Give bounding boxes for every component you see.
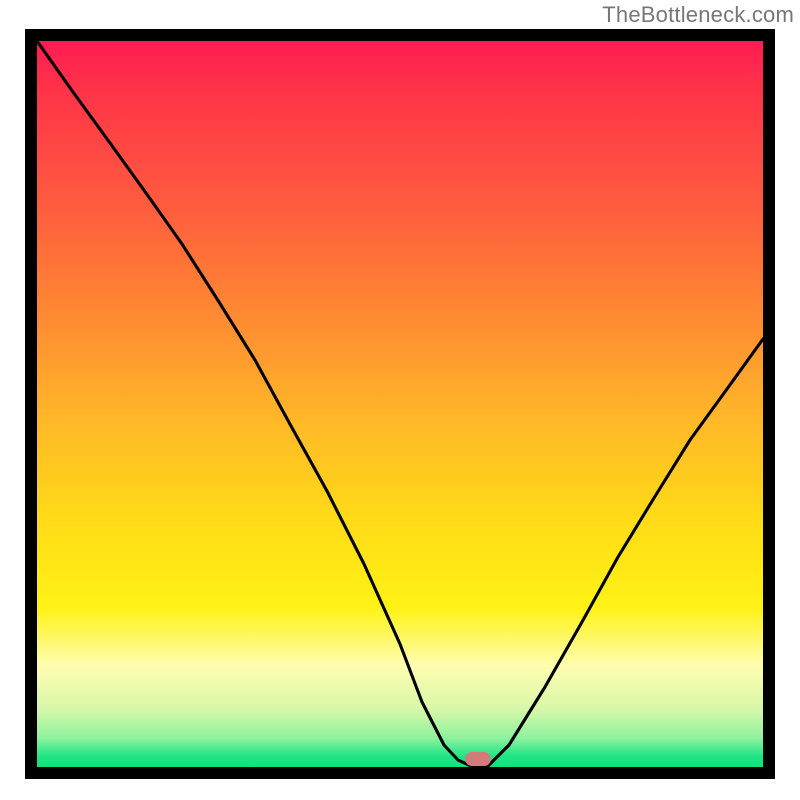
bottleneck-curve [37,41,763,767]
image-root: TheBottleneck.com [0,0,800,800]
optimum-marker [465,752,491,766]
chart-plot-area [37,41,763,767]
chart-frame [25,29,775,779]
attribution-text: TheBottleneck.com [602,2,794,28]
